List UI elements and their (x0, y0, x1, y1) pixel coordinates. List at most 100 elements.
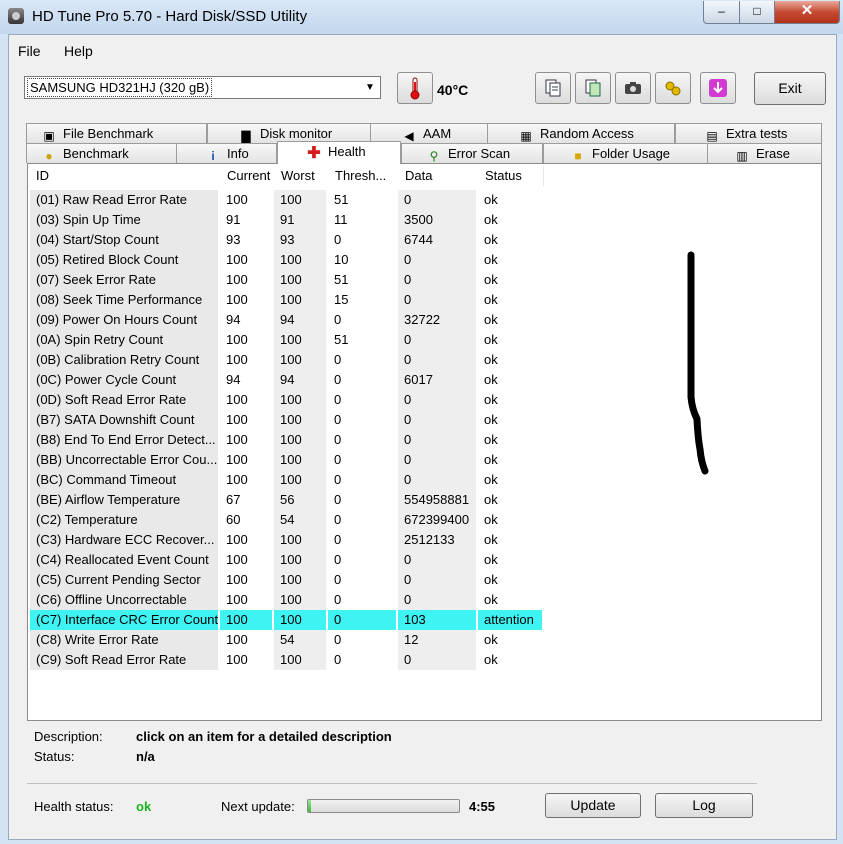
threshold-value: 0 (328, 590, 396, 610)
status-value: ok (478, 630, 542, 650)
status-value: ok (478, 310, 542, 330)
column-header-status[interactable]: Status (479, 166, 544, 186)
current-value: 100 (220, 250, 272, 270)
tab-benchmark[interactable]: ● Benchmark (26, 143, 177, 163)
status-value: ok (478, 270, 542, 290)
worst-value: 100 (274, 450, 326, 470)
menu-file[interactable]: File (18, 43, 41, 59)
speaker-icon: ◀ (404, 129, 414, 143)
raw-data-value: 3500 (398, 210, 476, 230)
attribute-id: (0B) Calibration Retry Count (30, 350, 218, 370)
tab-disk-monitor[interactable]: ▇ Disk monitor (207, 123, 371, 143)
status-value: ok (478, 230, 542, 250)
options-button[interactable] (655, 72, 691, 104)
tab-label: Random Access (540, 126, 634, 141)
current-value: 93 (220, 230, 272, 250)
column-header-worst[interactable]: Worst (275, 166, 334, 186)
attribute-id: (C3) Hardware ECC Recover... (30, 530, 218, 550)
tab-label: Extra tests (726, 126, 788, 141)
raw-data-value: 0 (398, 450, 476, 470)
status-label: Status: (34, 749, 75, 764)
tab-file-benchmark[interactable]: ▣ File Benchmark (26, 123, 207, 143)
health-cross-icon: ✚ (307, 145, 321, 162)
status-value: ok (478, 470, 542, 490)
tab-label: Disk monitor (260, 126, 333, 141)
description-value: click on an item for a detailed descript… (136, 729, 392, 744)
worst-value: 100 (274, 390, 326, 410)
threshold-value: 0 (328, 430, 396, 450)
worst-value: 54 (274, 630, 326, 650)
column-header-data[interactable]: Data (399, 166, 484, 186)
exit-button[interactable]: Exit (754, 72, 826, 105)
worst-value: 100 (274, 290, 326, 310)
temperature-button[interactable] (397, 72, 433, 104)
worst-value: 100 (274, 610, 326, 630)
tab-error-scan[interactable]: ⚲ Error Scan (401, 143, 543, 163)
log-button[interactable]: Log (655, 793, 753, 818)
tab-aam[interactable]: ◀ AAM (370, 123, 488, 143)
temperature-value: 40°C (437, 82, 469, 98)
current-value: 100 (220, 430, 272, 450)
threshold-value: 0 (328, 630, 396, 650)
tab-health[interactable]: ✚ Health (277, 141, 401, 164)
tab-info[interactable]: i Info (176, 143, 277, 163)
current-value: 100 (220, 290, 272, 310)
raw-data-value: 6744 (398, 230, 476, 250)
marker-scribble (687, 251, 709, 475)
tab-folder-usage[interactable]: ■ Folder Usage (543, 143, 708, 163)
worst-value: 100 (274, 550, 326, 570)
maximize-button[interactable]: □ (739, 1, 775, 24)
tab-erase[interactable]: ▥ Erase (707, 143, 822, 163)
column-header-threshold[interactable]: Thresh... (329, 166, 404, 186)
status-value: ok (478, 290, 542, 310)
status-value: ok (478, 370, 542, 390)
update-button[interactable]: Update (545, 793, 641, 818)
tab-label: File Benchmark (63, 126, 154, 141)
worst-value: 56 (274, 490, 326, 510)
camera-icon (625, 82, 641, 94)
attribute-id: (01) Raw Read Error Rate (30, 190, 218, 210)
raw-data-value: 6017 (398, 370, 476, 390)
worst-value: 91 (274, 210, 326, 230)
worst-value: 54 (274, 510, 326, 530)
column-header-current[interactable]: Current (221, 166, 280, 186)
attribute-id: (0D) Soft Read Error Rate (30, 390, 218, 410)
threshold-value: 0 (328, 450, 396, 470)
chevron-down-icon[interactable]: ▼ (362, 79, 378, 96)
attribute-id: (0A) Spin Retry Count (30, 330, 218, 350)
raw-data-value: 0 (398, 550, 476, 570)
copy-text-button[interactable] (535, 72, 571, 104)
menu-help[interactable]: Help (64, 43, 93, 59)
worst-value: 100 (274, 590, 326, 610)
minimize-button[interactable]: – (703, 1, 740, 24)
copy-screen-button[interactable] (575, 72, 611, 104)
raw-data-value: 0 (398, 190, 476, 210)
drive-select-value: SAMSUNG HD321HJ (320 gB) (27, 78, 213, 97)
status-value: ok (478, 390, 542, 410)
current-value: 100 (220, 190, 272, 210)
current-value: 100 (220, 570, 272, 590)
close-button[interactable]: ✕ (774, 1, 840, 24)
smart-table[interactable]: ID Current Worst Thresh... Data Status (… (27, 163, 822, 721)
current-value: 100 (220, 350, 272, 370)
worst-value: 100 (274, 650, 326, 670)
status-value: ok (478, 530, 542, 550)
status-value: attention (478, 610, 542, 630)
status-value: ok (478, 410, 542, 430)
threshold-value: 11 (328, 210, 396, 230)
status-value: ok (478, 350, 542, 370)
current-value: 100 (220, 330, 272, 350)
tab-random-access[interactable]: ▦ Random Access (487, 123, 675, 143)
save-icon (709, 79, 727, 97)
attribute-id: (08) Seek Time Performance (30, 290, 218, 310)
save-button[interactable] (700, 72, 736, 104)
health-status-value: ok (136, 799, 152, 814)
file-benchmark-icon: ▣ (43, 129, 55, 143)
threshold-value: 0 (328, 650, 396, 670)
current-value: 94 (220, 370, 272, 390)
screenshot-button[interactable] (615, 72, 651, 104)
tab-extra-tests[interactable]: ▤ Extra tests (675, 123, 822, 143)
column-header-id[interactable]: ID (30, 166, 227, 186)
drive-select[interactable]: SAMSUNG HD321HJ (320 gB) ▼ (24, 76, 381, 99)
divider (27, 783, 757, 784)
